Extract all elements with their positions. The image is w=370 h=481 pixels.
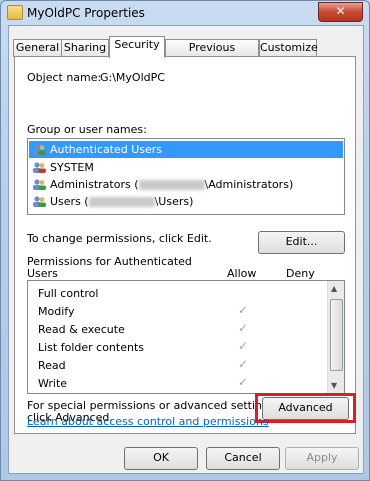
permission-name: Write	[38, 377, 68, 390]
allow-check-icon: ✓	[238, 303, 249, 317]
group-name: Authenticated Users	[50, 143, 163, 156]
permission-row: Read & execute ✓	[28, 321, 328, 339]
group-name: Administrators (\Administrators)	[50, 178, 294, 191]
permission-row: Full control	[28, 285, 328, 303]
permission-row: Read ✓	[28, 357, 328, 375]
allow-check-icon: ✓	[238, 357, 249, 371]
edit-button[interactable]: Edit...	[258, 231, 345, 254]
redacted-machine-name	[138, 180, 205, 190]
permission-row: List folder contents ✓	[28, 339, 328, 357]
learn-link[interactable]: Learn about access control and permissio…	[27, 415, 269, 428]
allow-header: Allow	[227, 267, 257, 280]
permission-name: Read & execute	[38, 323, 125, 336]
apply-button[interactable]: Apply	[285, 447, 359, 470]
object-name-value: G:\MyOldPC	[100, 71, 165, 84]
users-icon	[33, 179, 46, 190]
security-panel: Object name: G:\MyOldPC Group or user na…	[14, 56, 356, 434]
title-bar[interactable]: MyOldPC Properties ✕	[1, 1, 369, 25]
scroll-down-icon[interactable]: ▼	[331, 381, 337, 390]
permissions-list: Full control Modify ✓ Read & execute ✓ L…	[27, 280, 345, 394]
permission-name: Full control	[38, 287, 99, 300]
allow-check-icon: ✓	[238, 321, 249, 335]
tab-sharing[interactable]: Sharing	[61, 39, 109, 57]
folder-icon	[7, 5, 23, 20]
object-name-label: Object name:	[27, 71, 102, 84]
list-item-authenticated-users[interactable]: Authenticated Users	[29, 141, 343, 158]
allow-check-icon: ✓	[238, 375, 249, 389]
permission-row: Write ✓	[28, 375, 328, 393]
scroll-up-icon[interactable]: ▲	[331, 284, 337, 293]
users-icon	[33, 144, 46, 155]
list-item-system[interactable]: SYSTEM	[29, 159, 343, 176]
group-name: Users (\Users)	[50, 195, 194, 208]
cancel-button[interactable]: Cancel	[206, 447, 280, 470]
allow-check-icon: ✓	[238, 339, 249, 353]
permission-name: Modify	[38, 305, 75, 318]
tab-previous-versions[interactable]: Previous Versions	[165, 39, 259, 70]
advanced-highlight-box	[255, 393, 356, 423]
list-item-administrators[interactable]: Administrators (\Administrators)	[29, 176, 343, 193]
permissions-scrollbar[interactable]: ▲ ▼	[327, 281, 344, 393]
close-button[interactable]: ✕	[318, 2, 363, 22]
properties-window: MyOldPC Properties ✕ General Sharing Sec…	[0, 0, 370, 481]
ok-button[interactable]: OK	[124, 447, 198, 470]
dialog-client: General Sharing Security Previous Versio…	[8, 25, 364, 474]
scrollbar-thumb[interactable]	[330, 299, 343, 371]
window-title: MyOldPC Properties	[27, 6, 145, 20]
tab-security[interactable]: Security	[109, 36, 165, 58]
permission-row: Modify ✓	[28, 303, 328, 321]
tab-general[interactable]: General	[13, 39, 62, 57]
users-icon	[33, 162, 46, 173]
tab-customize[interactable]: Customize	[259, 39, 318, 57]
list-item-users[interactable]: Users (\Users)	[29, 193, 343, 210]
users-icon	[33, 196, 46, 207]
permission-name: List folder contents	[38, 341, 144, 354]
close-icon: ✕	[335, 4, 346, 18]
redacted-machine-name	[88, 197, 155, 207]
group-listbox[interactable]: Authenticated Users SYSTEM Administrator…	[27, 138, 345, 215]
group-name: SYSTEM	[50, 161, 94, 174]
deny-header: Deny	[286, 267, 315, 280]
permission-name: Read	[38, 359, 66, 372]
change-permissions-text: To change permissions, click Edit.	[27, 232, 212, 245]
group-label: Group or user names:	[27, 123, 147, 136]
permissions-for-label-2: Users	[27, 267, 58, 280]
tab-strip: General Sharing Security Previous Versio…	[9, 36, 363, 70]
